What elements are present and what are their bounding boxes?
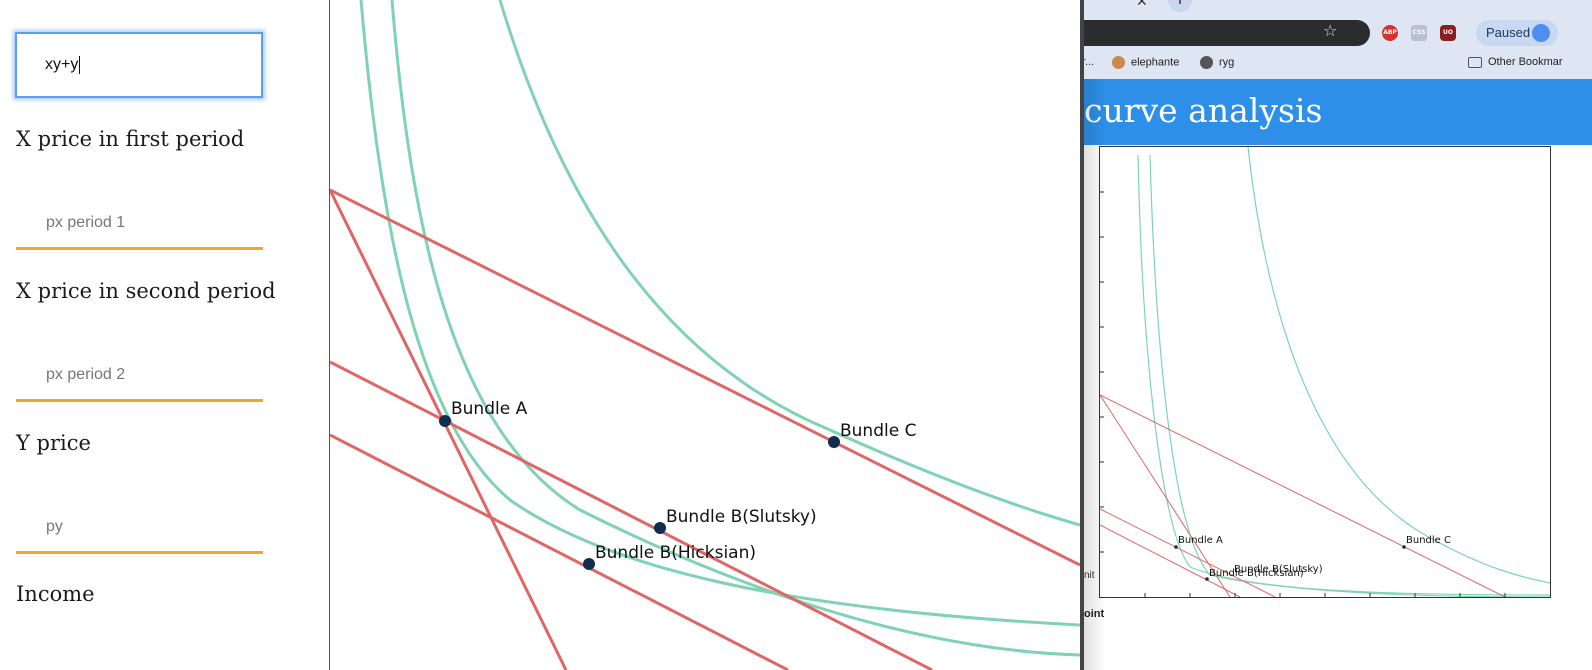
mini-chart-frame: Bundle A Bundle C Bundle B(Slutsky) Bund… [1099, 146, 1551, 598]
bundle-b-hicksian-label: Bundle B(Hicksian) [595, 543, 756, 563]
browser-toolbar: ☆ ABP CSS UO Paused [1084, 16, 1592, 50]
star-icon[interactable]: ☆ [1323, 21, 1337, 40]
bundle-a-point[interactable] [439, 415, 451, 427]
bookmarks-bar: r... elephante ryg Other Bookmar [1084, 50, 1592, 76]
page-header: curve analysis [1084, 79, 1592, 145]
bundle-a-label: Bundle A [451, 399, 528, 419]
px2-input[interactable]: px period 2 [16, 354, 263, 402]
mini-bundle-c-label: Bundle C [1406, 535, 1451, 546]
close-icon[interactable]: ✕ [1136, 0, 1148, 10]
mini-budget-line-original [1100, 394, 1231, 597]
utility-function-input[interactable]: xy+y [15, 32, 263, 98]
bookmark-elephante-label: elephante [1131, 56, 1180, 69]
mini-indifference-chart: Bundle A Bundle C Bundle B(Slutsky) Bund… [1100, 147, 1550, 597]
budget-line-original [330, 189, 568, 670]
bundle-b-slutsky-point[interactable] [654, 522, 666, 534]
adblock-icon[interactable]: ABP [1382, 25, 1398, 41]
browser-window: ✕ + ☆ ABP CSS UO Paused r... elephante r… [1084, 0, 1592, 670]
px2-label: X price in second period [16, 279, 276, 303]
bundle-c-point[interactable] [828, 436, 840, 448]
bookmark-truncated[interactable]: r... [1084, 56, 1094, 68]
mini-budget-line-slutsky [1100, 508, 1276, 597]
folder-icon [1468, 56, 1482, 68]
tab-strip: ✕ + [1084, 0, 1592, 16]
py-input[interactable]: py [16, 506, 263, 554]
indifference-curve-chart: Bundle A Bundle C Bundle B(Slutsky) Bund… [330, 0, 1080, 670]
bundle-c-label: Bundle C [840, 421, 916, 441]
paused-label: Paused [1486, 25, 1531, 40]
bookmark-other-label: Other Bookmar [1488, 56, 1563, 68]
px1-label: X price in first period [16, 127, 245, 151]
utility-function-value: xy+y [45, 56, 79, 73]
bookmark-other[interactable]: Other Bookmar [1468, 56, 1563, 68]
bookmark-elephante[interactable]: elephante [1112, 56, 1179, 69]
mini-bundle-b-hicksian-label: Bundle B(Hicksian) [1209, 568, 1304, 579]
px1-input[interactable]: px period 1 [16, 202, 263, 250]
profile-paused-button[interactable]: Paused [1476, 20, 1558, 46]
new-tab-button[interactable]: + [1168, 0, 1192, 12]
window-shadow [1084, 79, 1106, 670]
mini-indifference-curve-2 [1149, 154, 1550, 597]
address-bar[interactable]: ☆ [1084, 20, 1370, 46]
page-title: curve analysis [1084, 91, 1323, 130]
bookmark-ryg[interactable]: ryg [1200, 56, 1234, 69]
input-form-panel: xy+y X price in first period px period 1… [0, 0, 330, 670]
globe-icon [1200, 56, 1213, 69]
text-caret [79, 55, 81, 74]
py-label: Y price [16, 431, 91, 455]
elephante-favicon-icon [1112, 56, 1125, 69]
mini-bundle-a-label: Bundle A [1178, 535, 1223, 546]
bundle-b-hicksian-point[interactable] [583, 558, 595, 570]
indifference-curve-3 [498, 0, 1080, 527]
indifference-curve-1 [359, 0, 1080, 627]
web-page: curve analysis Bundle A Bundle C Bundle … [1084, 79, 1592, 670]
ublock-icon[interactable]: UO [1440, 25, 1456, 41]
bundle-b-slutsky-label: Bundle B(Slutsky) [666, 507, 817, 527]
avatar [1532, 24, 1550, 42]
main-plot-area[interactable]: Bundle A Bundle C Bundle B(Slutsky) Bund… [330, 0, 1080, 670]
css-extension-icon[interactable]: CSS [1411, 25, 1427, 41]
bookmark-ryg-label: ryg [1219, 56, 1235, 69]
income-label: Income [16, 582, 95, 606]
budget-line-slutsky [330, 360, 933, 670]
mini-indifference-curve-1 [1137, 154, 1550, 596]
mini-indifference-curve-3 [1247, 147, 1550, 584]
